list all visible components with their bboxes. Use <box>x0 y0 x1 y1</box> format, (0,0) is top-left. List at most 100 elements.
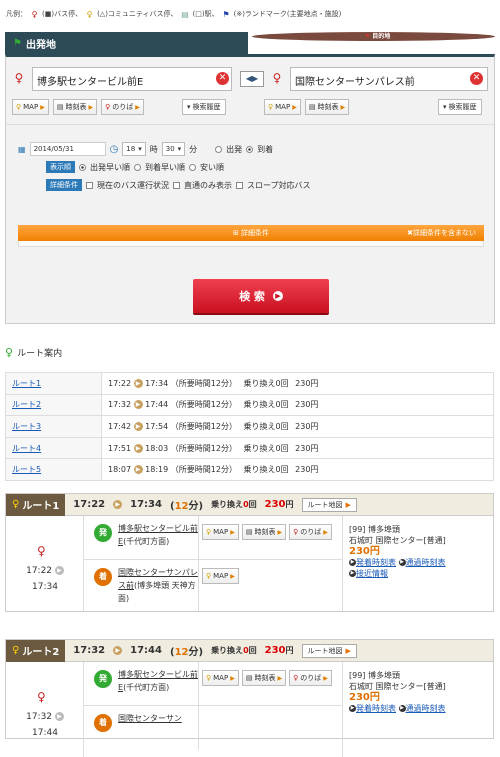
bus-stop-icon: ♀ <box>293 528 299 536</box>
clear-arrival-icon[interactable]: ✕ <box>470 72 483 85</box>
radio-depart[interactable] <box>215 145 223 153</box>
transfer: 乗り換え0回 <box>211 645 257 656</box>
stop-platform-button[interactable]: ♀ のりば ▶ <box>289 524 332 540</box>
start-time-value: 17:22 <box>26 566 53 576</box>
divider <box>198 706 199 750</box>
arrow-icon: ▶ <box>349 559 356 566</box>
arrival-history-select[interactable]: ▾ 検索履歴 <box>438 99 482 115</box>
departure-stop: 発 博多駅センタービル前E(千代町方面) ♀ MAP ▶ ▤ 時刻表 ▶ ♀ のりば ▶ <box>84 662 342 706</box>
radio-arrive[interactable] <box>246 145 254 153</box>
arr-time: 17:54 <box>145 421 169 431</box>
radio-order-cheap[interactable] <box>189 163 196 171</box>
stop-timetable-button[interactable]: ▤ 時刻表 ▶ <box>241 524 287 540</box>
arrival-timetable-button[interactable]: ▤ 時刻表 ▶ <box>304 99 350 115</box>
station-row: ♀ 博多駅センタービル前E ✕ ◀▶ ♀ 国際センターサンパレス前 ✕ <box>12 67 490 93</box>
arr-time: 17:34 <box>145 378 169 388</box>
order-row: 表示順 出発早い順 到着早い順 安い順 <box>18 159 488 175</box>
arrival-map-button[interactable]: ♀ MAP ▶ <box>264 99 301 115</box>
timetable-label: 時刻表 <box>317 103 339 111</box>
approach-info: ▶ 接近情報 <box>349 568 488 579</box>
route-link-cell: ルート4 <box>5 436 102 460</box>
legend-station: (□)駅、 <box>192 10 219 18</box>
radio-order-depart[interactable] <box>79 163 86 171</box>
bus-status-label: 現在のバス運行状況 <box>97 180 169 190</box>
stop-map-button[interactable]: ♀ MAP ▶ <box>202 670 239 686</box>
swap-button[interactable]: ◀▶ <box>240 71 264 87</box>
fare-value: 230 <box>264 645 286 656</box>
arr-time: 17:44 <box>145 400 169 410</box>
departure-badge: 発 <box>94 524 112 542</box>
detail-conditions-bar[interactable]: ⊞ 詳細条件 ✖詳細条件を含まない <box>18 225 484 241</box>
departure-badge: 発 <box>94 670 112 688</box>
departure-arrival-timetable-link[interactable]: 発着時刻表 <box>356 558 396 567</box>
checkbox-bus-status[interactable] <box>86 181 93 189</box>
route-link[interactable]: ルート4 <box>12 444 41 453</box>
checkbox-direct-only[interactable] <box>173 181 180 189</box>
route-detail-header: ♀ ルート1 17:22 ▶ 17:34 (12分) 乗り換え0回 230円 ルー… <box>6 493 493 516</box>
calendar-icon[interactable]: ▦ <box>18 145 26 154</box>
arrow-icon: ▶ <box>349 570 356 577</box>
departure-platform-button[interactable]: ♀ のりば ▶ <box>101 99 144 115</box>
tab-departure-label: 出発地 <box>25 39 56 51</box>
transfer: 乗り換え0回 <box>243 465 289 475</box>
date-input[interactable]: 2014/05/31 <box>29 142 106 156</box>
route-summary-cell: 17:22 ▶ 17:34 （所要時間12分） 乗り換え0回 230円 <box>101 372 494 395</box>
departure-map-button[interactable]: ♀ MAP ▶ <box>12 99 49 115</box>
search-button[interactable]: 検 索 ▶ <box>193 279 329 313</box>
route-summary-cell: 17:51 ▶ 18:03 （所要時間12分） 乗り換え0回 230円 <box>101 436 494 460</box>
dep-time: 17:22 <box>108 378 132 388</box>
stop-timetable-button[interactable]: ▤ 時刻表 ▶ <box>241 670 287 686</box>
route-link-cell: ルート3 <box>5 415 102 438</box>
stop-map-button[interactable]: ♀ MAP ▶ <box>202 568 239 584</box>
pin-icon: ♀ <box>12 499 20 510</box>
arrow-icon: ▶ <box>88 103 94 111</box>
start-time: 17:22 ▶ <box>6 566 84 576</box>
pin-icon: ♀ <box>12 645 20 656</box>
datetime-row: ▦ 2014/05/31 ◷ 18 ▾ 時 30 ▾ 分 出発 到着 <box>18 141 488 157</box>
fare: 230円 <box>295 421 319 431</box>
approach-info-link[interactable]: 接近情報 <box>356 569 388 578</box>
route-detail-body: ♀ 17:32 ▶ 17:44 発 博多駅センタービル前E(千代町方面) ♀ MA… <box>6 662 493 757</box>
arrow-icon: ▶ <box>135 103 140 111</box>
exclude-conditions-link[interactable]: ✖詳細条件を含まない <box>407 228 476 238</box>
route-map-button[interactable]: ルート地図 ▶ <box>301 497 357 512</box>
departure-direction: (千代町方面) <box>123 537 170 546</box>
platform-label: のりば <box>300 674 322 682</box>
tab-arrival-label: 目的地 <box>372 33 391 40</box>
route-tag: ♀ ルート1 <box>6 493 66 516</box>
route-link-cell: ルート5 <box>5 458 102 481</box>
hour-select[interactable]: 18 ▾ <box>122 142 146 156</box>
duration: （所要時間12分） <box>170 400 237 410</box>
clear-departure-icon[interactable]: ✕ <box>216 72 229 85</box>
route-map-button[interactable]: ルート地図 ▶ <box>301 643 357 658</box>
green-flag-icon: ⚑ <box>13 37 22 49</box>
checkbox-slope-bus[interactable] <box>236 181 243 189</box>
arrival-input[interactable]: 国際センターサンパレス前 <box>290 67 488 91</box>
arrival-stop-link[interactable]: 国際センターサン <box>118 714 182 723</box>
departure-arrival-timetable-link[interactable]: 発着時刻表 <box>356 704 396 713</box>
route-map-label: ルート地図 <box>307 500 343 509</box>
order-label: 表示順 <box>46 161 75 173</box>
departure-history-select[interactable]: ▾ 検索履歴 <box>182 99 226 115</box>
route-link[interactable]: ルート5 <box>12 465 41 474</box>
table-row: ルート4 17:51 ▶ 18:03 （所要時間12分） 乗り換え0回 230円 <box>5 436 494 460</box>
arrow-icon: ▶ <box>133 443 143 453</box>
passing-timetable-link[interactable]: 通過時刻表 <box>406 704 446 713</box>
arrow-icon: ▶ <box>345 646 351 655</box>
route-link[interactable]: ルート1 <box>12 379 41 388</box>
pin-icon: ♀ <box>268 103 274 111</box>
arrow-icon: ▶ <box>277 528 283 536</box>
minute-select[interactable]: 30 ▾ <box>161 142 186 156</box>
route-link[interactable]: ルート3 <box>12 422 41 431</box>
detail-label: 詳細条件 <box>46 179 82 191</box>
transfer-unit: 回 <box>248 646 257 655</box>
radio-order-arrive[interactable] <box>134 163 141 171</box>
legend-prefix: 凡例： <box>6 10 27 18</box>
route-link[interactable]: ルート2 <box>12 400 41 409</box>
stop-map-button[interactable]: ♀ MAP ▶ <box>202 524 239 540</box>
stop-platform-button[interactable]: ♀ のりば ▶ <box>289 670 332 686</box>
departure-timetable-button[interactable]: ▤ 時刻表 ▶ <box>52 99 98 115</box>
route-summary-table: ルート1 17:22 ▶ 17:34 （所要時間12分） 乗り換え0回 230円ル… <box>5 372 494 481</box>
passing-timetable-link[interactable]: 通過時刻表 <box>406 558 446 567</box>
departure-input[interactable]: 博多駅センタービル前E <box>32 67 232 91</box>
